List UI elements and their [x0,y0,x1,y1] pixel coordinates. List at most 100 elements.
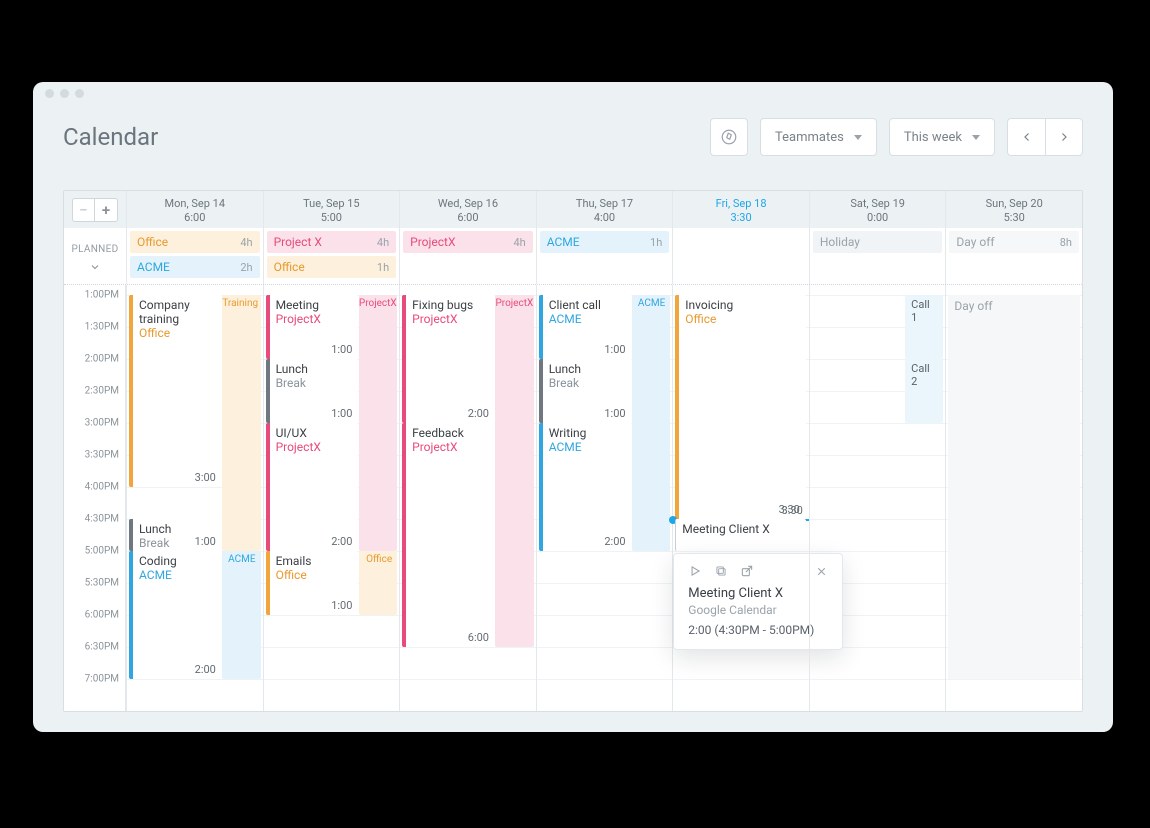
zoom-out-button[interactable]: − [73,199,95,221]
day-name: Fri, Sep 18 [673,197,809,210]
compass-icon [720,128,738,146]
event-title: Invoicing [685,299,800,313]
day-column[interactable]: InvoicingOffice3:303:30Meeting Client X … [672,285,809,711]
event-project: ProjectX [276,441,353,455]
event[interactable]: LunchBreak1:00 [539,359,632,423]
bg-label: Training [222,298,255,309]
day-column[interactable]: ProjectXFixing bugsProjectX2:00FeedbackP… [399,285,536,711]
day-total: 6:00 [400,211,536,224]
next-button[interactable] [1045,118,1083,156]
day-total: 5:30 [946,211,1082,224]
day-column[interactable]: Day off [945,285,1082,711]
event[interactable]: Fixing bugsProjectX2:00 [402,295,495,423]
zoom-control: − + [72,198,118,222]
planned-name: Office [137,235,168,249]
event-project: ProjectX [276,313,353,327]
planned-block[interactable]: Project X4h [267,231,397,253]
day-column[interactable]: ACMEClient callACME1:00LunchBreak1:00Wri… [536,285,673,711]
event[interactable]: LunchBreak1:00 [129,519,222,551]
window-dot [75,89,84,98]
event[interactable]: LunchBreak1:00 [266,359,359,423]
planned-block[interactable]: Day off8h [949,231,1079,253]
event[interactable]: InvoicingOffice3:30 [675,295,806,519]
planned-cell[interactable]: Office 4h ACME2h [126,228,263,284]
event-title: Call 2 [911,363,937,388]
planned-block[interactable]: ACME2h [130,256,260,278]
event[interactable]: CodingACME2:00 [129,551,222,679]
day-header[interactable]: Sat, Sep 19 0:00 [809,191,946,228]
event[interactable]: Client callACME1:00 [539,295,632,359]
event[interactable]: Company trainingOffice3:00 [129,295,222,487]
event-title: Lunch [276,363,353,377]
chevron-right-icon [1058,131,1070,143]
event[interactable]: Call 1 [905,295,943,359]
day-column[interactable]: ProjectX Office MeetingProjectX1:00LunchBr… [263,285,400,711]
event-duration: 1:00 [604,407,625,420]
planned-cell[interactable]: ACME1h [536,228,673,284]
event[interactable]: Meeting Client X [675,519,806,551]
day-name: Sat, Sep 19 [810,197,946,210]
day-header[interactable]: Wed, Sep 16 6:00 [399,191,536,228]
event-project: Office [276,569,353,583]
time-label: 2:00PM [85,354,119,365]
teammates-dropdown[interactable]: Teammates [760,118,877,156]
event[interactable]: MeetingProjectX1:00 [266,295,359,359]
time-label: 2:30PM [85,386,119,397]
planned-name: Office [274,260,305,274]
event-duration: 2:00 [195,663,216,676]
popup-time: 2:00 (4:30PM - 5:00PM) [688,623,828,637]
planned-cell[interactable]: ProjectX4h [399,228,536,284]
planned-label-cell: PLANNED [64,228,126,284]
background-block: ACME [632,295,670,551]
prev-button[interactable] [1007,118,1045,156]
timeline[interactable]: 1:00PM1:30PM2:00PM2:30PM3:00PM3:30PM4:00… [64,285,1082,711]
day-total: 4:00 [537,211,673,224]
event[interactable]: UI/UXProjectX2:00 [266,423,359,551]
planned-cell[interactable]: Holiday [809,228,946,284]
event[interactable]: Call 2 [905,359,943,423]
planned-hours: 4h [240,236,252,249]
zoom-in-button[interactable]: + [95,199,117,221]
play-icon[interactable] [688,564,702,578]
planned-hours: 4h [513,236,525,249]
planned-cell[interactable]: Day off8h [945,228,1082,284]
planned-block[interactable]: Office 4h [130,231,260,253]
event-title: Coding [139,555,216,569]
planned-label: PLANNED [72,244,119,255]
event[interactable]: FeedbackProjectX6:00 [402,423,495,647]
range-dropdown[interactable]: This week [889,118,995,156]
zoom-corner: − + [64,191,126,228]
event-project: ACME [549,441,626,455]
app-window: Calendar Teammates This week [33,82,1113,732]
background-block: Day off [948,295,1080,679]
day-header[interactable]: Thu, Sep 17 4:00 [536,191,673,228]
day-header[interactable]: Sun, Sep 20 5:30 [945,191,1082,228]
event-title: Fixing bugs [412,299,489,313]
planned-block[interactable]: ACME1h [540,231,670,253]
planned-block[interactable]: Office1h [267,256,397,278]
event-project: Office [139,327,216,341]
event[interactable]: EmailsOffice1:00 [266,551,359,615]
planned-cell[interactable]: Project X4h Office1h [263,228,400,284]
copy-icon[interactable] [714,564,728,578]
event[interactable]: WritingACME2:00 [539,423,632,551]
planned-name: Day off [956,235,994,249]
compass-button[interactable] [710,118,748,156]
window-dot [60,89,69,98]
day-column[interactable]: TrainingACMECompany trainingOffice3:00Lu… [126,285,263,711]
chevron-down-icon[interactable] [89,261,101,273]
planned-cell[interactable] [672,228,809,284]
background-block: Office [359,551,397,615]
event-title: Call 1 [911,299,937,324]
day-header[interactable]: Mon, Sep 14 6:00 [126,191,263,228]
event-duration: 1:00 [195,535,216,548]
titlebar [33,82,1113,104]
time-label: 4:00PM [85,482,119,493]
day-column[interactable]: Call 1 Call 2 [809,285,946,711]
planned-block[interactable]: ProjectX4h [403,231,533,253]
day-header[interactable]: Fri, Sep 18 3:30 [672,191,809,228]
day-header[interactable]: Tue, Sep 15 5:00 [263,191,400,228]
planned-block[interactable]: Holiday [813,231,943,253]
external-link-icon[interactable] [740,564,754,578]
time-label: 1:00PM [85,290,119,301]
